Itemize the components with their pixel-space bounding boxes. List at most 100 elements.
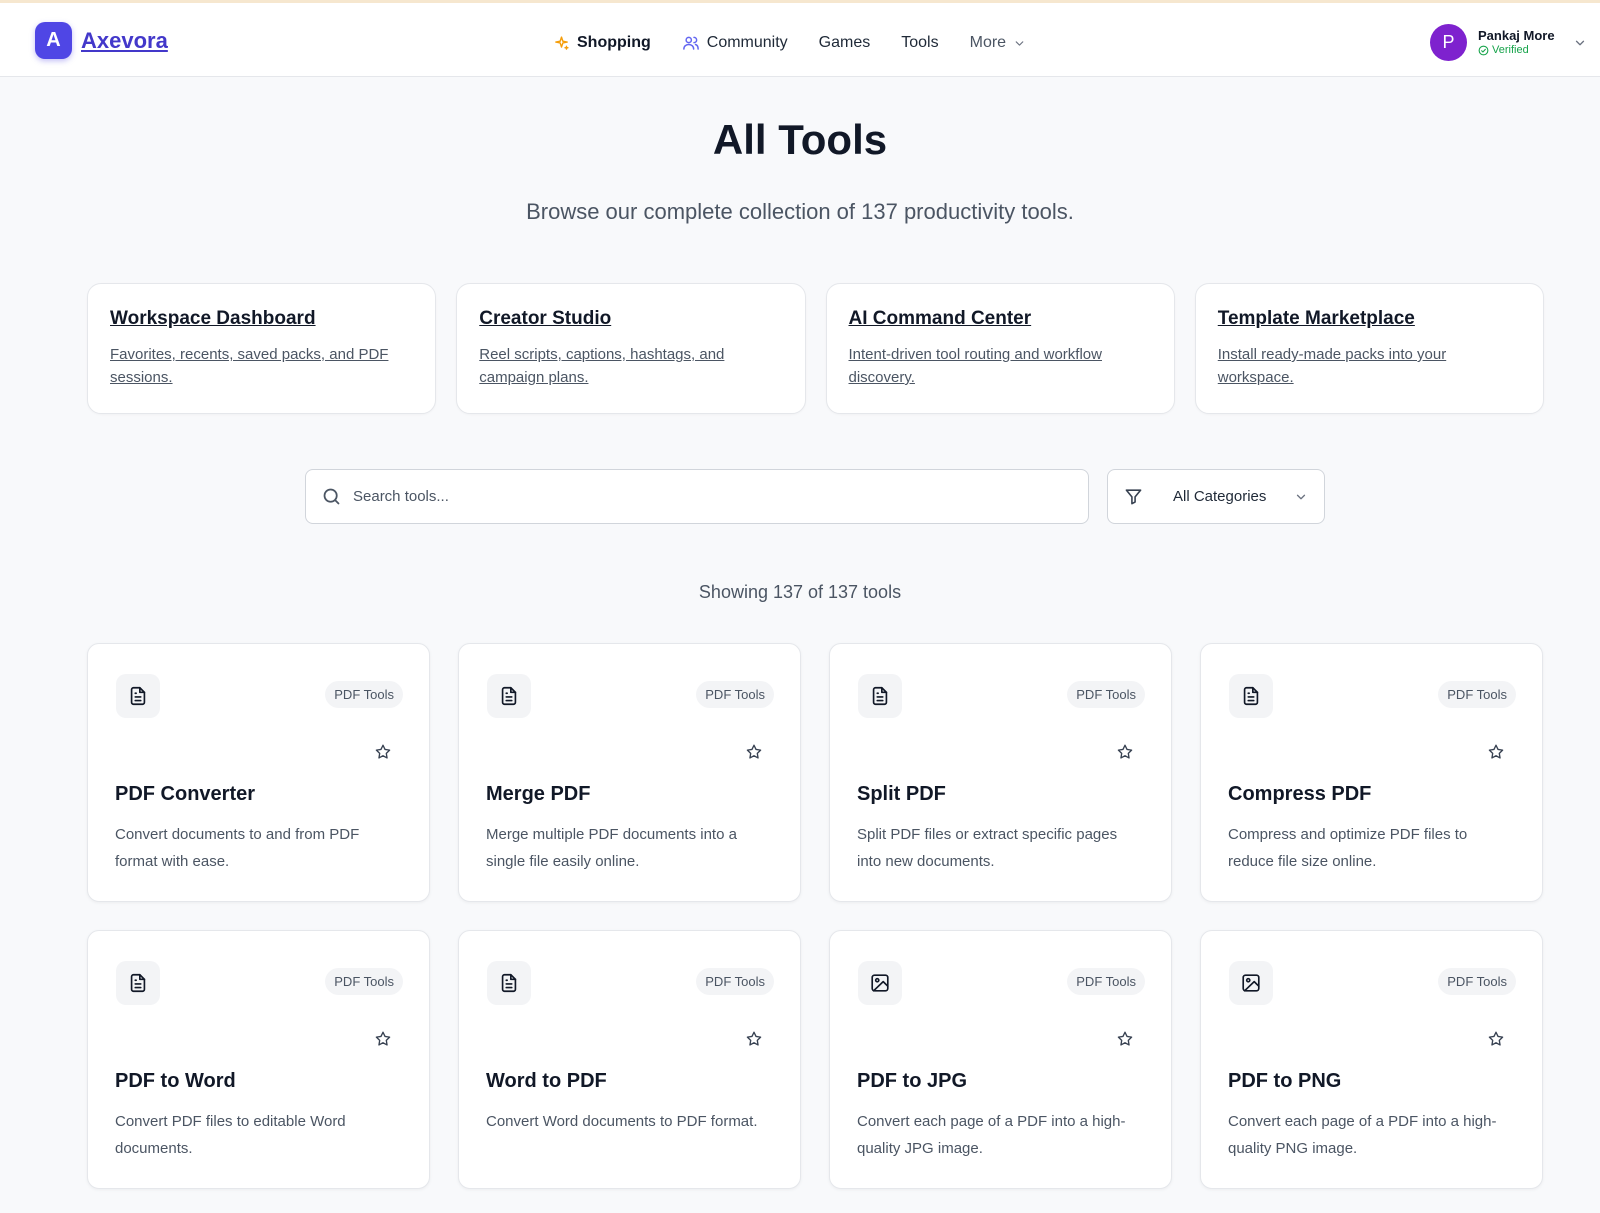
category-badge: PDF Tools bbox=[1438, 681, 1516, 708]
nav-label: Shopping bbox=[577, 34, 651, 51]
verified-label: Verified bbox=[1492, 44, 1529, 56]
category-select[interactable]: All Categories bbox=[1107, 469, 1325, 524]
favorite-star-button[interactable] bbox=[744, 742, 764, 762]
hub-card-template-marketplace[interactable]: Template Marketplace Install ready-made … bbox=[1194, 283, 1544, 414]
nav-item-more[interactable]: More bbox=[970, 34, 1026, 52]
brand-name: Axevora bbox=[81, 27, 168, 53]
hub-card-creator-studio[interactable]: Creator Studio Reel scripts, captions, h… bbox=[456, 283, 806, 414]
star-icon bbox=[1488, 1031, 1504, 1046]
category-badge: PDF Tools bbox=[1438, 968, 1516, 995]
star-icon bbox=[1117, 744, 1133, 759]
document-icon bbox=[1243, 686, 1259, 706]
favorite-star-button[interactable] bbox=[373, 742, 393, 762]
user-name: Pankaj More bbox=[1478, 28, 1555, 43]
search-icon bbox=[323, 488, 340, 505]
nav-item-shopping[interactable]: Shopping bbox=[553, 34, 651, 52]
document-icon bbox=[501, 686, 517, 706]
nav-label: Community bbox=[706, 34, 788, 51]
tool-desc: Convert Word documents to PDF format. bbox=[486, 1113, 758, 1130]
nav-label: More bbox=[969, 34, 1007, 51]
check-circle-icon bbox=[1478, 45, 1489, 56]
favorite-star-button[interactable] bbox=[1115, 1029, 1135, 1049]
hub-title: Template Marketplace bbox=[1217, 308, 1415, 329]
favorite-star-button[interactable] bbox=[744, 1029, 764, 1049]
nav-item-games[interactable]: Games bbox=[819, 34, 871, 52]
chevron-down-icon bbox=[1296, 494, 1306, 499]
main-nav: Shopping Community Games Tools More bbox=[553, 28, 1057, 58]
nav-item-community[interactable]: Community bbox=[682, 34, 788, 52]
tool-icon-wrap bbox=[1229, 674, 1273, 718]
tool-icon-wrap bbox=[1229, 961, 1273, 1005]
page-subtitle: Browse our complete collection of 137 pr… bbox=[526, 199, 1074, 224]
filter-icon bbox=[1125, 489, 1142, 505]
tool-title: PDF to JPG bbox=[857, 1070, 968, 1092]
tool-icon-wrap bbox=[116, 961, 160, 1005]
favorite-star-button[interactable] bbox=[1486, 742, 1506, 762]
page-title: All Tools bbox=[712, 116, 888, 163]
category-badge: PDF Tools bbox=[1067, 681, 1145, 708]
favorite-star-button[interactable] bbox=[373, 1029, 393, 1049]
document-icon bbox=[130, 686, 146, 706]
tool-icon-wrap bbox=[858, 674, 902, 718]
tool-desc: Merge multiple PDF documents into a sing… bbox=[486, 826, 737, 870]
tool-desc: Convert documents to and from PDF format… bbox=[115, 826, 360, 870]
brand-logo-link[interactable]: A Axevora bbox=[35, 22, 168, 59]
document-icon bbox=[130, 973, 146, 993]
hub-card-workspace-dashboard[interactable]: Workspace Dashboard Favorites, recents, … bbox=[87, 283, 437, 414]
user-menu[interactable]: P Pankaj More Verified bbox=[1430, 24, 1587, 61]
tool-title: Compress PDF bbox=[1228, 783, 1372, 805]
star-icon bbox=[1117, 1031, 1133, 1046]
tool-card-split-pdf[interactable]: PDF Tools Split PDF Split PDF files or e… bbox=[829, 643, 1172, 902]
star-icon bbox=[375, 744, 391, 759]
favorite-star-button[interactable] bbox=[1115, 742, 1135, 762]
nav-item-tools[interactable]: Tools bbox=[901, 34, 938, 52]
category-badge: PDF Tools bbox=[325, 681, 403, 708]
logo-mark: A bbox=[35, 22, 72, 59]
category-selected: All Categories bbox=[1173, 488, 1267, 505]
nav-label: Games bbox=[818, 34, 871, 51]
hub-desc: Favorites, recents, saved packs, and PDF… bbox=[110, 346, 389, 386]
hub-card-ai-command-center[interactable]: AI Command Center Intent-driven tool rou… bbox=[825, 283, 1175, 414]
tool-title: Word to PDF bbox=[486, 1070, 607, 1092]
tool-icon-wrap bbox=[487, 961, 531, 1005]
verified-badge: Verified bbox=[1478, 44, 1555, 57]
users-icon bbox=[682, 36, 699, 50]
tool-title: Split PDF bbox=[857, 783, 946, 805]
chevron-down-icon bbox=[1015, 40, 1024, 46]
tool-title: Merge PDF bbox=[486, 783, 591, 805]
image-icon bbox=[1242, 974, 1260, 992]
hub-title: AI Command Center bbox=[848, 308, 1032, 329]
tool-desc: Convert each page of a PDF into a high-q… bbox=[1228, 1113, 1497, 1157]
category-badge: PDF Tools bbox=[325, 968, 403, 995]
category-badge: PDF Tools bbox=[1067, 968, 1145, 995]
search-box bbox=[305, 469, 1089, 524]
document-icon bbox=[501, 973, 517, 993]
hub-title: Workspace Dashboard bbox=[110, 308, 316, 329]
tool-desc: Convert each page of a PDF into a high-q… bbox=[857, 1113, 1126, 1157]
tools-grid: PDF Tools PDF Converter Convert document… bbox=[87, 643, 1543, 1189]
chevron-down-icon bbox=[1575, 40, 1584, 45]
tool-desc: Convert PDF files to editable Word docum… bbox=[115, 1113, 346, 1157]
image-icon bbox=[871, 974, 889, 992]
tool-card-merge-pdf[interactable]: PDF Tools Merge PDF Merge multiple PDF d… bbox=[458, 643, 801, 902]
tool-card-pdf-to-png[interactable]: PDF Tools PDF to PNG Convert each page o… bbox=[1200, 930, 1543, 1189]
user-info: Pankaj More Verified bbox=[1478, 28, 1555, 57]
tool-title: PDF Converter bbox=[115, 783, 256, 805]
tool-title: PDF to PNG bbox=[1228, 1070, 1342, 1092]
tool-desc: Compress and optimize PDF files to reduc… bbox=[1228, 826, 1468, 870]
document-icon bbox=[872, 686, 888, 706]
hub-desc: Reel scripts, captions, hashtags, and ca… bbox=[479, 346, 725, 386]
results-count: Showing 137 of 137 tools bbox=[698, 582, 902, 602]
tool-icon-wrap bbox=[487, 674, 531, 718]
tool-card-compress-pdf[interactable]: PDF Tools Compress PDF Compress and opti… bbox=[1200, 643, 1543, 902]
star-icon bbox=[1488, 744, 1504, 759]
tool-card-pdf-to-word[interactable]: PDF Tools PDF to Word Convert PDF files … bbox=[87, 930, 430, 1189]
tool-card-word-to-pdf[interactable]: PDF Tools Word to PDF Convert Word docum… bbox=[458, 930, 801, 1189]
tool-card-pdf-converter[interactable]: PDF Tools PDF Converter Convert document… bbox=[87, 643, 430, 902]
avatar: P bbox=[1430, 24, 1467, 61]
search-input[interactable] bbox=[353, 488, 1053, 505]
tool-title: PDF to Word bbox=[115, 1070, 236, 1092]
favorite-star-button[interactable] bbox=[1486, 1029, 1506, 1049]
hub-links: Workspace Dashboard Favorites, recents, … bbox=[87, 283, 1544, 414]
tool-card-pdf-to-jpg[interactable]: PDF Tools PDF to JPG Convert each page o… bbox=[829, 930, 1172, 1189]
